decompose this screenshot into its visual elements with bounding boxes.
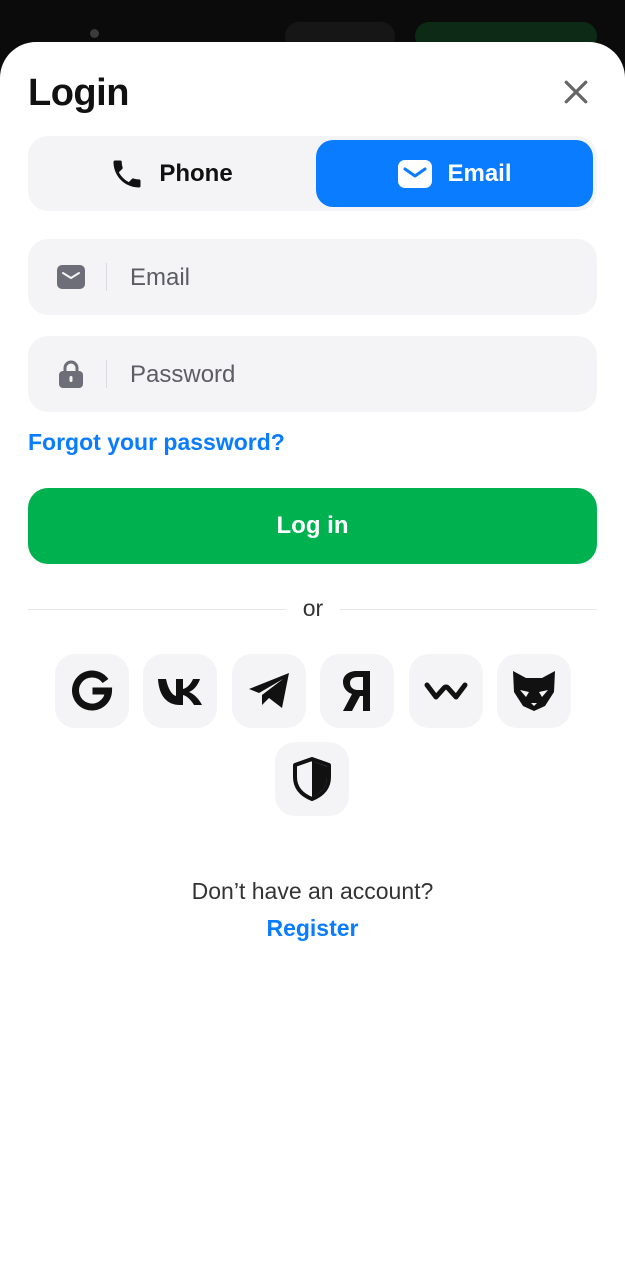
yandex-icon: [343, 671, 370, 711]
divider-right: [340, 609, 597, 610]
mail-icon: [57, 265, 85, 289]
telegram-icon: [249, 673, 289, 708]
no-account-text: Don’t have an account?: [191, 878, 434, 904]
divider-left: [28, 609, 286, 610]
shield-icon: [293, 757, 331, 801]
tab-phone-label: Phone: [159, 159, 233, 187]
shield-login-button[interactable]: [275, 742, 349, 816]
page-title: Login: [28, 72, 129, 114]
login-button[interactable]: Log in: [28, 488, 597, 564]
field-divider: [106, 263, 107, 291]
fox-icon: [513, 671, 555, 711]
tab-phone[interactable]: Phone: [32, 140, 310, 207]
email-input[interactable]: [128, 239, 572, 317]
or-divider-label: or: [302, 595, 324, 621]
password-input[interactable]: [128, 336, 572, 414]
vk-login-button[interactable]: [143, 654, 217, 728]
walletconnect-icon: [424, 682, 468, 700]
register-link[interactable]: Register: [0, 915, 625, 942]
yandex-login-button[interactable]: [320, 654, 394, 728]
login-method-tabs: Phone Email: [28, 136, 597, 211]
telegram-login-button[interactable]: [232, 654, 306, 728]
tab-email[interactable]: Email: [316, 140, 593, 207]
camera-dot: [90, 29, 99, 38]
tab-email-label: Email: [447, 159, 512, 187]
walletconnect-login-button[interactable]: [409, 654, 483, 728]
google-icon: [72, 670, 113, 711]
forgot-password-link[interactable]: Forgot your password?: [28, 429, 285, 456]
google-login-button[interactable]: [55, 654, 129, 728]
fox-wallet-login-button[interactable]: [497, 654, 571, 728]
password-field: [28, 336, 597, 414]
lock-icon: [59, 360, 83, 388]
vk-icon: [158, 679, 202, 705]
close-button[interactable]: [556, 72, 596, 112]
mail-icon: [398, 159, 433, 188]
close-icon: [564, 80, 588, 104]
email-field: [28, 239, 597, 317]
phone-icon: [113, 160, 141, 187]
login-sheet: Login Phone Email Email Forgot your pass…: [0, 42, 625, 1280]
field-divider: [106, 360, 107, 388]
